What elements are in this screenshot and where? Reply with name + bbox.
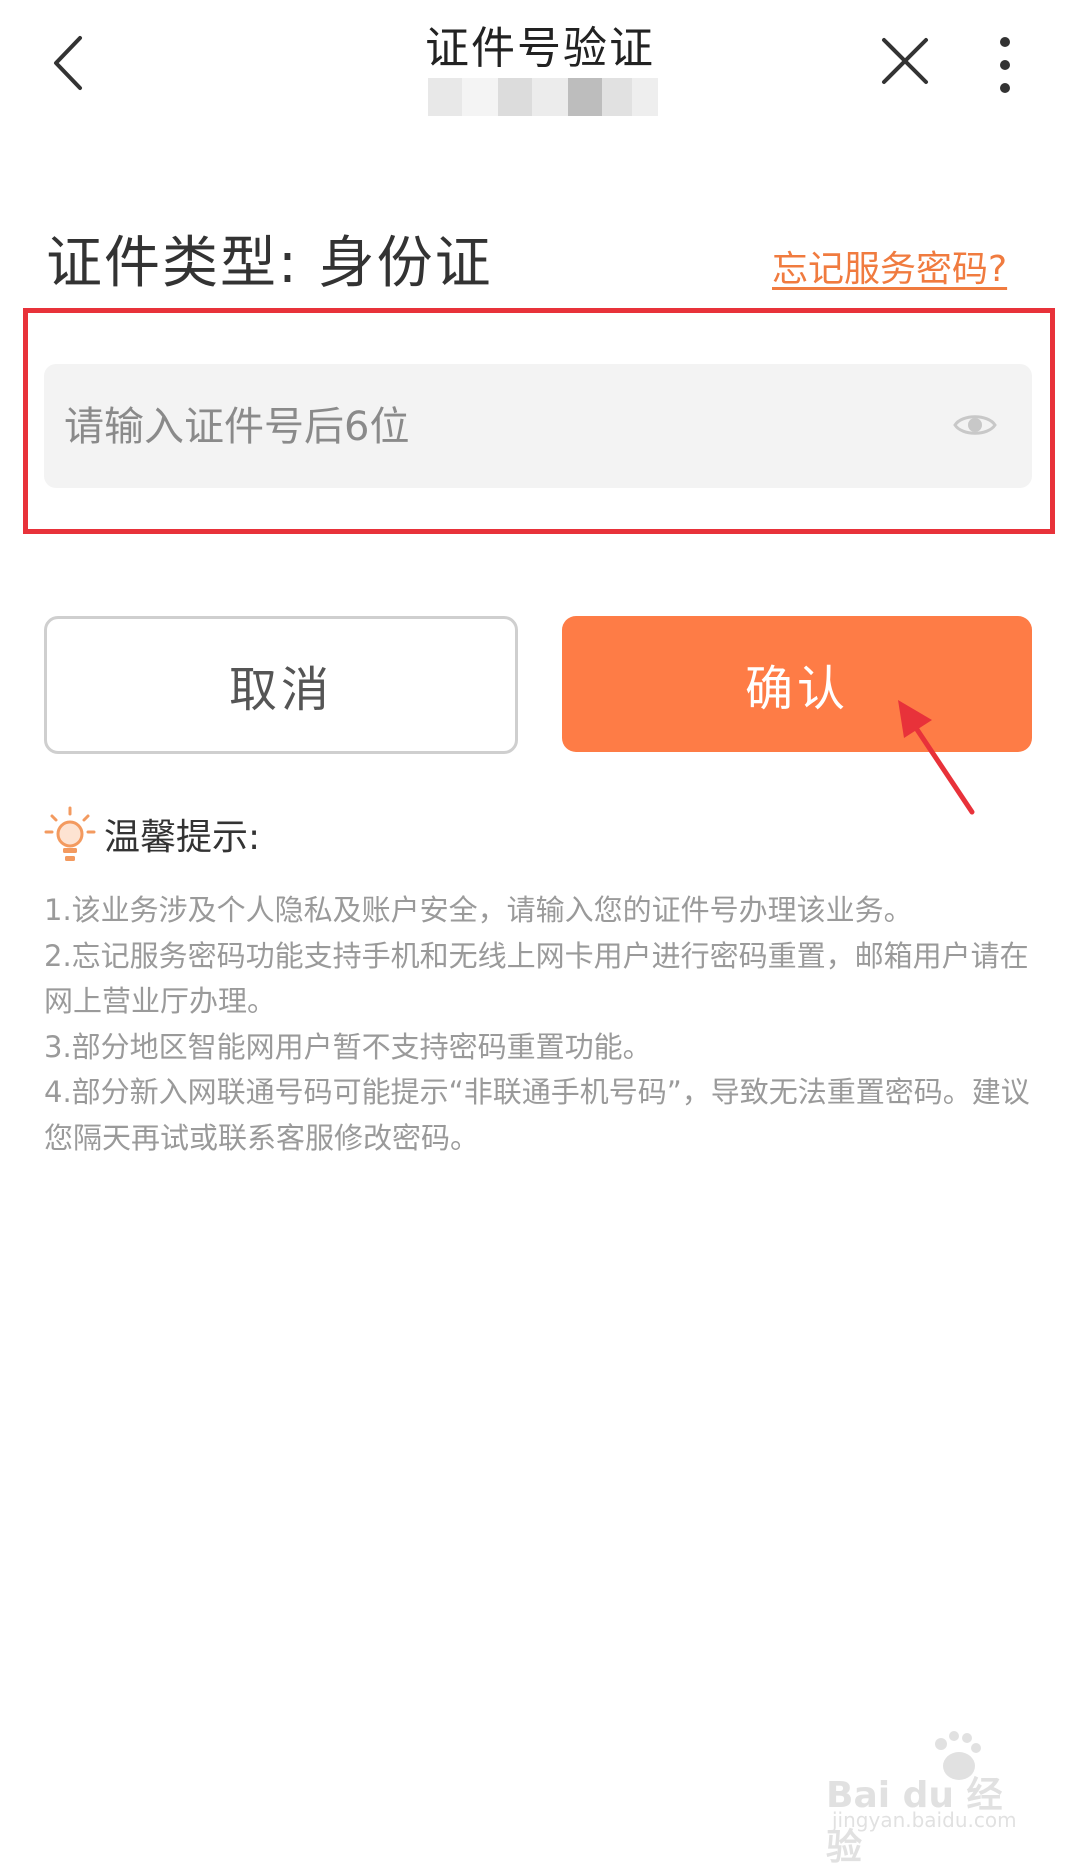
more-vertical-icon	[1000, 37, 1010, 93]
baidu-watermark-logo: Bai du 经验 jingyan.baidu.com	[826, 1726, 1026, 1868]
id-number-input[interactable]	[62, 364, 946, 490]
tip-item: 3.部分地区智能网用户暂不支持密码重置功能。	[44, 1029, 652, 1064]
tips-list: 1.该业务涉及个人隐私及账户安全，请输入您的证件号办理该业务。 2.忘记服务密码…	[44, 888, 1034, 1161]
close-icon	[882, 38, 928, 84]
masked-phone-number	[428, 78, 658, 116]
tip-item: 4.部分新入网联通号码可能提示“非联通手机号码”，导致无法重置密码。建议您隔天再…	[44, 1075, 1030, 1155]
lightbulb-icon	[44, 806, 96, 866]
close-button[interactable]	[872, 28, 938, 94]
tips-title: 温馨提示:	[104, 817, 261, 858]
eye-icon	[953, 415, 997, 435]
tip-item: 1.该业务涉及个人隐私及账户安全，请输入您的证件号办理该业务。	[44, 893, 913, 927]
forgot-password-link[interactable]: 忘记服务密码?	[772, 240, 1007, 292]
tip-item: 2.忘记服务密码功能支持手机和无线上网卡用户进行密码重置，邮箱用户请在网上营业厅…	[44, 938, 1029, 1019]
more-button[interactable]	[990, 30, 1020, 102]
watermark-url: jingyan.baidu.com	[832, 1808, 1017, 1832]
toggle-visibility-button[interactable]	[952, 402, 998, 448]
cancel-button[interactable]: 取消	[44, 616, 518, 754]
document-type-label: 证件类型: 身份证	[46, 231, 493, 296]
annotation-arrow-icon	[898, 700, 975, 815]
id-input-container	[44, 364, 1032, 490]
